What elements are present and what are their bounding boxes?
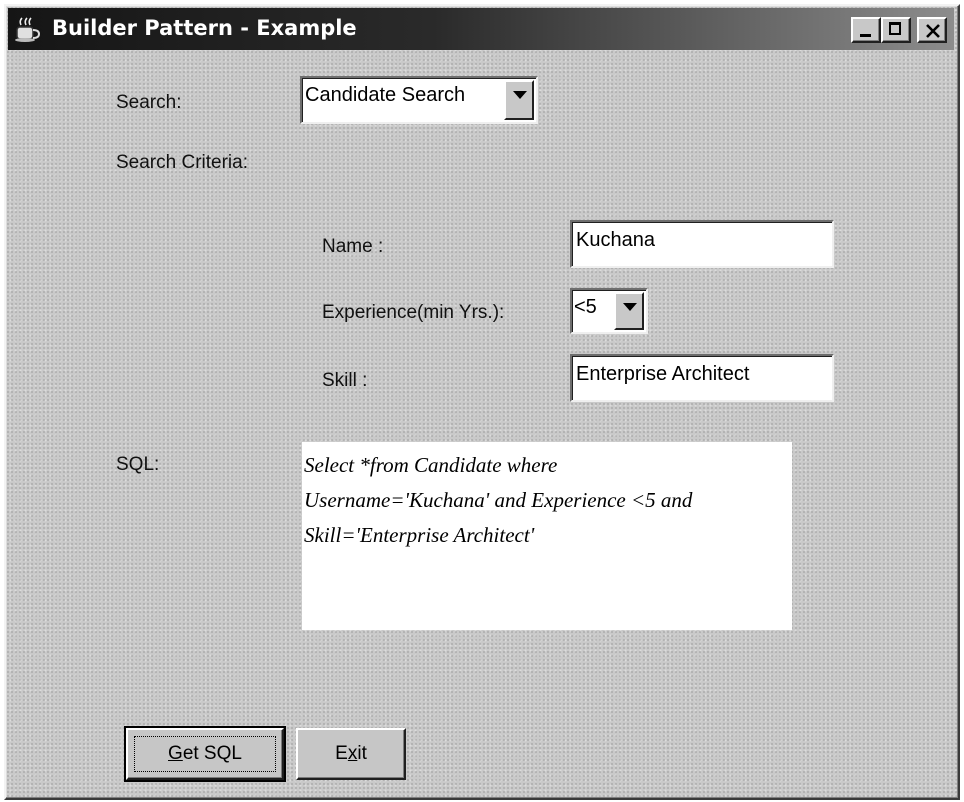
get-sql-button[interactable]: Get SQL [124,726,286,782]
exit-button[interactable]: Exit [296,728,406,780]
experience-value: <5 [574,296,597,318]
get-sql-button-label: Get SQL [168,743,242,764]
exit-button-label: Exit [335,743,367,764]
name-input[interactable]: Kuchana [570,220,834,268]
search-criteria-label: Search Criteria: [116,152,248,173]
minimize-icon[interactable] [851,17,881,43]
sql-output[interactable]: Select *from Candidate where Username='K… [302,442,792,630]
maximize-icon[interactable] [881,17,911,43]
close-icon[interactable] [917,17,947,43]
skill-label: Skill : [322,370,368,391]
skill-input[interactable]: Enterprise Architect [570,354,834,402]
search-type-select[interactable]: Candidate Search [300,76,538,124]
sql-line: Username='Kuchana' and Experience <5 and [304,488,693,512]
experience-select[interactable]: <5 [570,288,648,334]
search-type-value: Candidate Search [305,84,466,106]
experience-label: Experience(min Yrs.): [322,302,505,323]
chevron-down-icon[interactable] [504,80,534,120]
name-label: Name : [322,236,384,257]
app-window: Builder Pattern - Example Search: Candid… [4,4,960,800]
chevron-down-icon[interactable] [614,292,644,330]
sql-line: Select *from Candidate where [304,453,558,477]
java-coffee-cup-icon[interactable] [14,15,42,43]
title-bar[interactable]: Builder Pattern - Example [8,8,954,50]
search-label: Search: [116,92,182,113]
sql-line: Skill='Enterprise Architect' [304,523,535,547]
sql-label: SQL: [116,454,160,475]
window-title: Builder Pattern - Example [52,16,357,40]
